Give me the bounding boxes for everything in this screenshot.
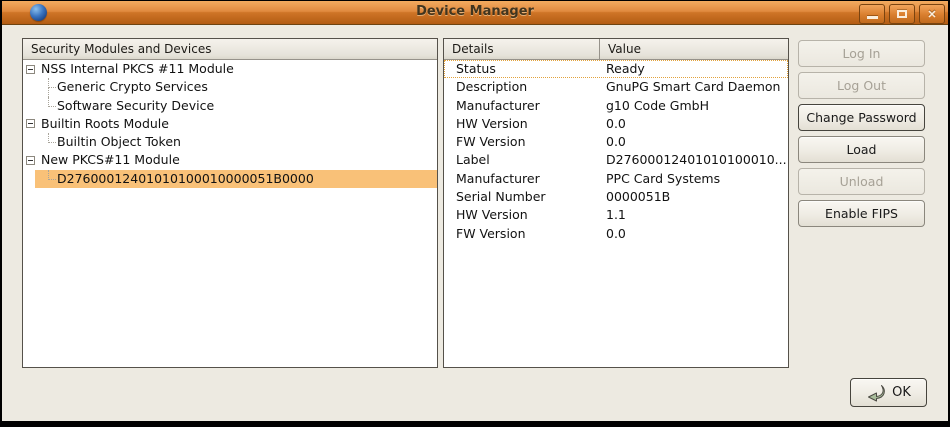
detail-value: g10 Code GmbH (600, 97, 788, 115)
minimize-icon (867, 16, 878, 19)
details-header-row: Details Value (444, 39, 788, 60)
value-column-header: Value (600, 39, 788, 60)
details-row[interactable]: FW Version0.0 (444, 133, 788, 151)
unload-button: Unload (798, 168, 925, 195)
window-title: Device Manager (2, 4, 948, 19)
return-arrow-icon (866, 384, 886, 402)
tree-item[interactable]: NSS Internal PKCS #11 Module (23, 60, 437, 78)
tree-item[interactable]: New PKCS#11 Module (23, 151, 437, 169)
detail-label: HW Version (444, 206, 600, 224)
tree-item-label: Generic Crypto Services (23, 78, 437, 96)
ok-button[interactable]: OK (850, 378, 927, 407)
detail-value: 0.0 (600, 115, 788, 133)
detail-label: Label (444, 151, 600, 169)
tree-item[interactable]: Software Security Device (23, 97, 437, 115)
details-row[interactable]: FW Version0.0 (444, 225, 788, 243)
detail-label: Status (444, 60, 600, 78)
details-row[interactable]: Manufacturerg10 Code GmbH (444, 97, 788, 115)
tree-line-icon (48, 133, 56, 143)
tree-items: NSS Internal PKCS #11 ModuleGeneric Cryp… (23, 60, 437, 188)
title-bar[interactable]: Device Manager ✕ (2, 1, 948, 25)
close-button[interactable]: ✕ (919, 4, 945, 24)
tree-line-icon (48, 87, 50, 96)
detail-value: 1.1 (600, 206, 788, 224)
collapse-icon[interactable] (26, 156, 35, 165)
details-table: Details Value StatusReadyDescriptionGnuP… (443, 38, 789, 368)
tree-line-icon (48, 170, 56, 180)
maximize-button[interactable] (889, 4, 915, 24)
details-row[interactable]: StatusReady (444, 60, 788, 78)
enable-fips-button[interactable]: Enable FIPS (798, 200, 925, 227)
load-button[interactable]: Load (798, 136, 925, 163)
detail-label: Manufacturer (444, 97, 600, 115)
security-modules-tree: Security Modules and Devices NSS Interna… (22, 38, 438, 368)
detail-value: D27600012401010100010... (600, 151, 788, 169)
tree-item-label: Builtin Object Token (23, 133, 437, 151)
tree-item[interactable]: Generic Crypto Services (23, 78, 437, 96)
tree-column-header: Security Modules and Devices (23, 39, 437, 60)
close-icon: ✕ (927, 8, 936, 21)
tree-item-label: New PKCS#11 Module (23, 151, 437, 169)
collapse-icon[interactable] (26, 119, 35, 128)
details-row[interactable]: DescriptionGnuPG Smart Card Daemon (444, 78, 788, 96)
details-row[interactable]: ManufacturerPPC Card Systems (444, 170, 788, 188)
details-row[interactable]: HW Version0.0 (444, 115, 788, 133)
detail-label: Manufacturer (444, 170, 600, 188)
details-rows: StatusReadyDescriptionGnuPG Smart Card D… (444, 60, 788, 243)
ok-button-label: OK (892, 385, 911, 400)
detail-value: GnuPG Smart Card Daemon (600, 78, 788, 96)
tree-item[interactable]: D27600012401010100010000051B0000 (23, 170, 437, 188)
tree-item-label: NSS Internal PKCS #11 Module (23, 60, 437, 78)
detail-label: FW Version (444, 133, 600, 151)
details-row[interactable]: Serial Number0000051B (444, 188, 788, 206)
detail-label: Serial Number (444, 188, 600, 206)
details-row[interactable]: LabelD27600012401010100010... (444, 151, 788, 169)
details-row[interactable]: HW Version1.1 (444, 206, 788, 224)
detail-label: FW Version (444, 225, 600, 243)
collapse-icon[interactable] (26, 65, 35, 74)
tree-item-label: Builtin Roots Module (23, 115, 437, 133)
detail-label: Description (444, 78, 600, 96)
dialog-content: Security Modules and Devices NSS Interna… (2, 25, 948, 421)
log-in-button: Log In (798, 40, 925, 67)
tree-item-label: D27600012401010100010000051B0000 (23, 170, 437, 188)
tree-line-icon (48, 97, 56, 107)
detail-value: Ready (600, 60, 788, 78)
detail-value: 0.0 (600, 133, 788, 151)
tree-item-label: Software Security Device (23, 97, 437, 115)
detail-value: 0000051B (600, 188, 788, 206)
tree-item[interactable]: Builtin Roots Module (23, 115, 437, 133)
minimize-button[interactable] (859, 4, 885, 24)
change-password-button[interactable]: Change Password (798, 104, 925, 131)
log-out-button: Log Out (798, 72, 925, 99)
window-controls: ✕ (859, 4, 945, 24)
detail-value: PPC Card Systems (600, 170, 788, 188)
details-column-header: Details (444, 39, 600, 60)
detail-value: 0.0 (600, 225, 788, 243)
detail-label: HW Version (444, 115, 600, 133)
module-action-buttons: Log In Log Out Change Password Load Unload En… (798, 40, 925, 232)
device-manager-window: Device Manager ✕ Security Modules and De… (0, 0, 950, 427)
tree-item[interactable]: Builtin Object Token (23, 133, 437, 151)
maximize-icon (897, 10, 907, 18)
